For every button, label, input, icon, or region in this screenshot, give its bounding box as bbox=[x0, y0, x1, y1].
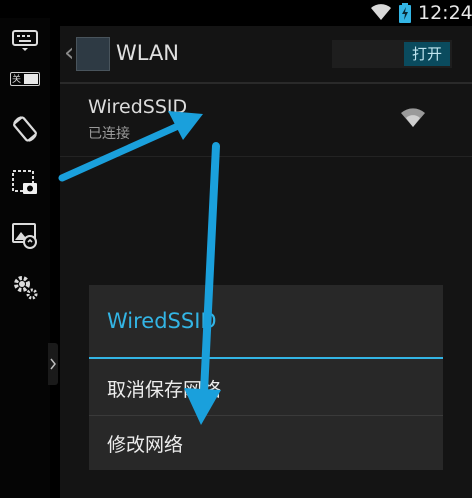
action-bar: ‹ WLAN 打开 bbox=[60, 26, 472, 84]
switch-on-label: 打开 bbox=[404, 42, 450, 66]
settings-app-icon[interactable] bbox=[76, 37, 110, 71]
keyboard-button[interactable] bbox=[10, 26, 40, 56]
floating-toolbar: 关 bbox=[0, 18, 50, 498]
toggle-off-icon: 关 bbox=[10, 72, 40, 86]
gallery-icon bbox=[12, 223, 37, 249]
toggle-label: 关 bbox=[12, 75, 22, 85]
battery-charging-icon bbox=[399, 3, 411, 23]
network-status: 已连接 bbox=[88, 126, 130, 142]
gallery-button[interactable] bbox=[10, 220, 40, 250]
menu-item-label: 修改网络 bbox=[107, 434, 184, 456]
wifi-signal-icon bbox=[401, 108, 425, 127]
screenshot-icon bbox=[12, 170, 37, 194]
settings-icon bbox=[14, 276, 38, 300]
keyboard-icon bbox=[12, 30, 38, 51]
dialog-title: WiredSSID bbox=[107, 309, 217, 333]
network-ssid: WiredSSID bbox=[88, 96, 188, 118]
chevron-right-icon bbox=[50, 358, 56, 370]
status-bar: 12:24 bbox=[0, 0, 472, 26]
modify-network-item[interactable]: 修改网络 bbox=[89, 416, 443, 470]
toggle-button[interactable]: 关 bbox=[10, 70, 40, 88]
dialog-divider bbox=[89, 357, 443, 359]
page-title: WLAN bbox=[116, 41, 180, 65]
forget-network-item[interactable]: 取消保存网络 bbox=[89, 361, 443, 416]
toolbar-handle[interactable] bbox=[48, 343, 58, 385]
network-context-dialog: WiredSSID 取消保存网络 修改网络 bbox=[89, 285, 443, 470]
back-chevron-icon[interactable]: ‹ bbox=[64, 38, 74, 68]
screenshot-button[interactable] bbox=[10, 168, 40, 198]
wifi-icon bbox=[371, 4, 391, 20]
rotate-screen-button[interactable] bbox=[10, 114, 40, 144]
menu-item-label: 取消保存网络 bbox=[107, 379, 222, 401]
settings-button[interactable] bbox=[10, 272, 40, 302]
clock: 12:24 bbox=[418, 2, 472, 24]
wlan-switch[interactable]: 打开 bbox=[332, 40, 452, 68]
rotate-screen-icon bbox=[13, 116, 37, 142]
network-list-item[interactable]: WiredSSID 已连接 bbox=[60, 86, 472, 157]
